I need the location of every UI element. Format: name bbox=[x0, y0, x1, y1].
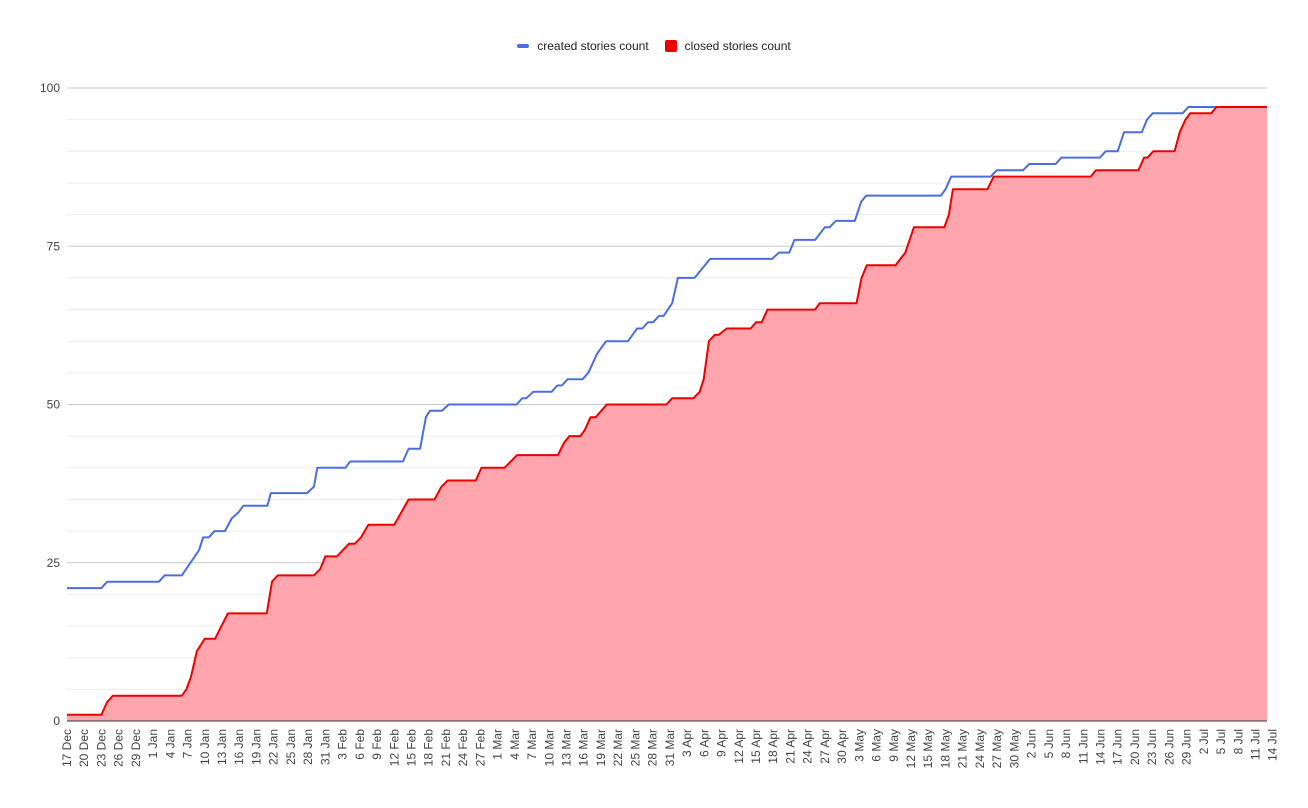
series-area-2 bbox=[67, 107, 1267, 721]
x-tick-label: 21 Feb bbox=[439, 729, 453, 767]
x-tick-label: 9 Feb bbox=[370, 729, 384, 760]
area-layer bbox=[67, 107, 1267, 721]
x-tick-label: 26 Dec bbox=[112, 729, 126, 767]
x-tick-label: 13 Mar bbox=[560, 729, 574, 766]
x-tick-label: 6 Apr bbox=[697, 729, 711, 757]
x-tick-label: 18 Apr bbox=[766, 729, 780, 764]
x-tick-label: 14 Jul bbox=[1266, 729, 1280, 761]
x-tick-label: 29 Jun bbox=[1180, 729, 1194, 765]
x-tick-label: 3 May bbox=[852, 729, 866, 762]
x-tick-label: 25 Mar bbox=[628, 729, 642, 766]
x-tick-label: 27 May bbox=[990, 729, 1004, 768]
x-tick-label: 30 May bbox=[1007, 729, 1021, 768]
legend-line-icon bbox=[517, 44, 530, 48]
x-tick-label: 15 May bbox=[921, 729, 935, 768]
x-tick-label: 24 Apr bbox=[801, 729, 815, 764]
x-tick-label: 17 Jun bbox=[1111, 729, 1125, 765]
x-tick-label: 25 Jan bbox=[284, 729, 298, 765]
x-tick-label: 21 May bbox=[956, 729, 970, 768]
legend-item-created[interactable]: created stories count bbox=[517, 39, 649, 53]
x-tick-label: 9 May bbox=[887, 729, 901, 762]
x-tick-label: 7 Mar bbox=[525, 729, 539, 760]
y-tick-label: 50 bbox=[47, 398, 61, 412]
y-tick-label: 25 bbox=[47, 556, 61, 570]
x-tick-label: 12 May bbox=[904, 729, 918, 768]
x-tick-label: 16 Jan bbox=[232, 729, 246, 765]
x-tick-label: 18 May bbox=[938, 729, 952, 768]
x-tick-label: 16 Mar bbox=[577, 729, 591, 766]
x-tick-label: 10 Jan bbox=[198, 729, 212, 765]
x-tick-label: 19 Jan bbox=[249, 729, 263, 765]
x-tick-label: 23 Dec bbox=[94, 729, 108, 767]
x-tick-label: 11 Jul bbox=[1249, 729, 1263, 760]
x-tick-label: 15 Apr bbox=[749, 729, 763, 764]
x-tick-label: 23 Jun bbox=[1145, 729, 1159, 765]
x-tick-label: 5 Jul bbox=[1214, 729, 1228, 754]
x-tick-label: 14 Jun bbox=[1093, 729, 1107, 765]
x-tick-label: 20 Dec bbox=[77, 729, 91, 767]
x-tick-label: 3 Feb bbox=[336, 729, 350, 760]
x-tick-label: 27 Feb bbox=[473, 729, 487, 767]
chart: 0 25 50 75 100 17 Dec 20 Dec 23 Dec 26 Dec 29 De… bbox=[40, 81, 1280, 769]
x-tick-label: 3 Apr bbox=[680, 729, 694, 757]
y-tick-label: 75 bbox=[47, 239, 61, 253]
x-tick-label: 18 Feb bbox=[422, 729, 436, 767]
x-tick-label: 12 Feb bbox=[387, 729, 401, 767]
x-tick-label: 17 Dec bbox=[60, 729, 74, 767]
x-tick-label: 4 Jan bbox=[163, 729, 177, 758]
x-tick-label: 31 Jan bbox=[318, 729, 332, 765]
x-tick-label: 24 Feb bbox=[456, 729, 470, 767]
y-tick-label: 100 bbox=[40, 81, 60, 95]
x-tick-label: 19 Mar bbox=[594, 729, 608, 766]
x-tick-label: 8 Jul bbox=[1231, 729, 1245, 754]
x-tick-labels: 17 Dec 20 Dec 23 Dec 26 Dec 29 Dec 1 Jan 4 Jan… bbox=[60, 729, 1280, 769]
x-tick-label: 22 Jan bbox=[267, 729, 281, 765]
x-tick-label: 20 Jun bbox=[1128, 729, 1142, 765]
x-tick-label: 13 Jan bbox=[215, 729, 229, 765]
x-tick-label: 12 Apr bbox=[732, 729, 746, 764]
x-tick-label: 6 May bbox=[870, 729, 884, 762]
x-tick-label: 30 Apr bbox=[835, 729, 849, 764]
x-tick-label: 5 Jun bbox=[1042, 729, 1056, 758]
legend-label: created stories count bbox=[537, 39, 649, 53]
x-tick-label: 1 Mar bbox=[491, 729, 505, 760]
x-tick-label: 2 Jul bbox=[1197, 729, 1211, 754]
x-tick-label: 11 Jun bbox=[1076, 729, 1090, 764]
x-tick-label: 29 Dec bbox=[129, 729, 143, 767]
x-tick-label: 22 Mar bbox=[611, 729, 625, 766]
legend-item-closed[interactable]: closed stories count bbox=[664, 39, 791, 53]
x-tick-label: 10 Mar bbox=[542, 729, 556, 766]
x-tick-label: 8 Jun bbox=[1059, 729, 1073, 758]
legend-label: closed stories count bbox=[684, 39, 791, 53]
x-tick-label: 2 Jun bbox=[1025, 729, 1039, 758]
x-tick-label: 28 Jan bbox=[301, 729, 315, 765]
x-tick-label: 21 Apr bbox=[783, 729, 797, 764]
x-tick-label: 31 Mar bbox=[663, 729, 677, 766]
x-tick-label: 9 Apr bbox=[715, 729, 729, 757]
x-tick-label: 1 Jan bbox=[146, 729, 160, 758]
x-tick-label: 24 May bbox=[973, 729, 987, 768]
x-tick-label: 15 Feb bbox=[404, 729, 418, 767]
x-tick-label: 4 Mar bbox=[508, 729, 522, 760]
x-tick-label: 7 Jan bbox=[181, 729, 195, 758]
x-tick-label: 6 Feb bbox=[353, 729, 367, 760]
legend-square-icon bbox=[664, 40, 677, 52]
x-tick-label: 26 Jun bbox=[1162, 729, 1176, 765]
x-tick-label: 28 Mar bbox=[646, 729, 660, 766]
y-tick-labels: 0 25 50 75 100 bbox=[40, 81, 60, 728]
legend: created stories count closed stories cou… bbox=[0, 39, 1308, 53]
y-tick-label: 0 bbox=[53, 714, 60, 728]
x-tick-label: 27 Apr bbox=[818, 729, 832, 764]
